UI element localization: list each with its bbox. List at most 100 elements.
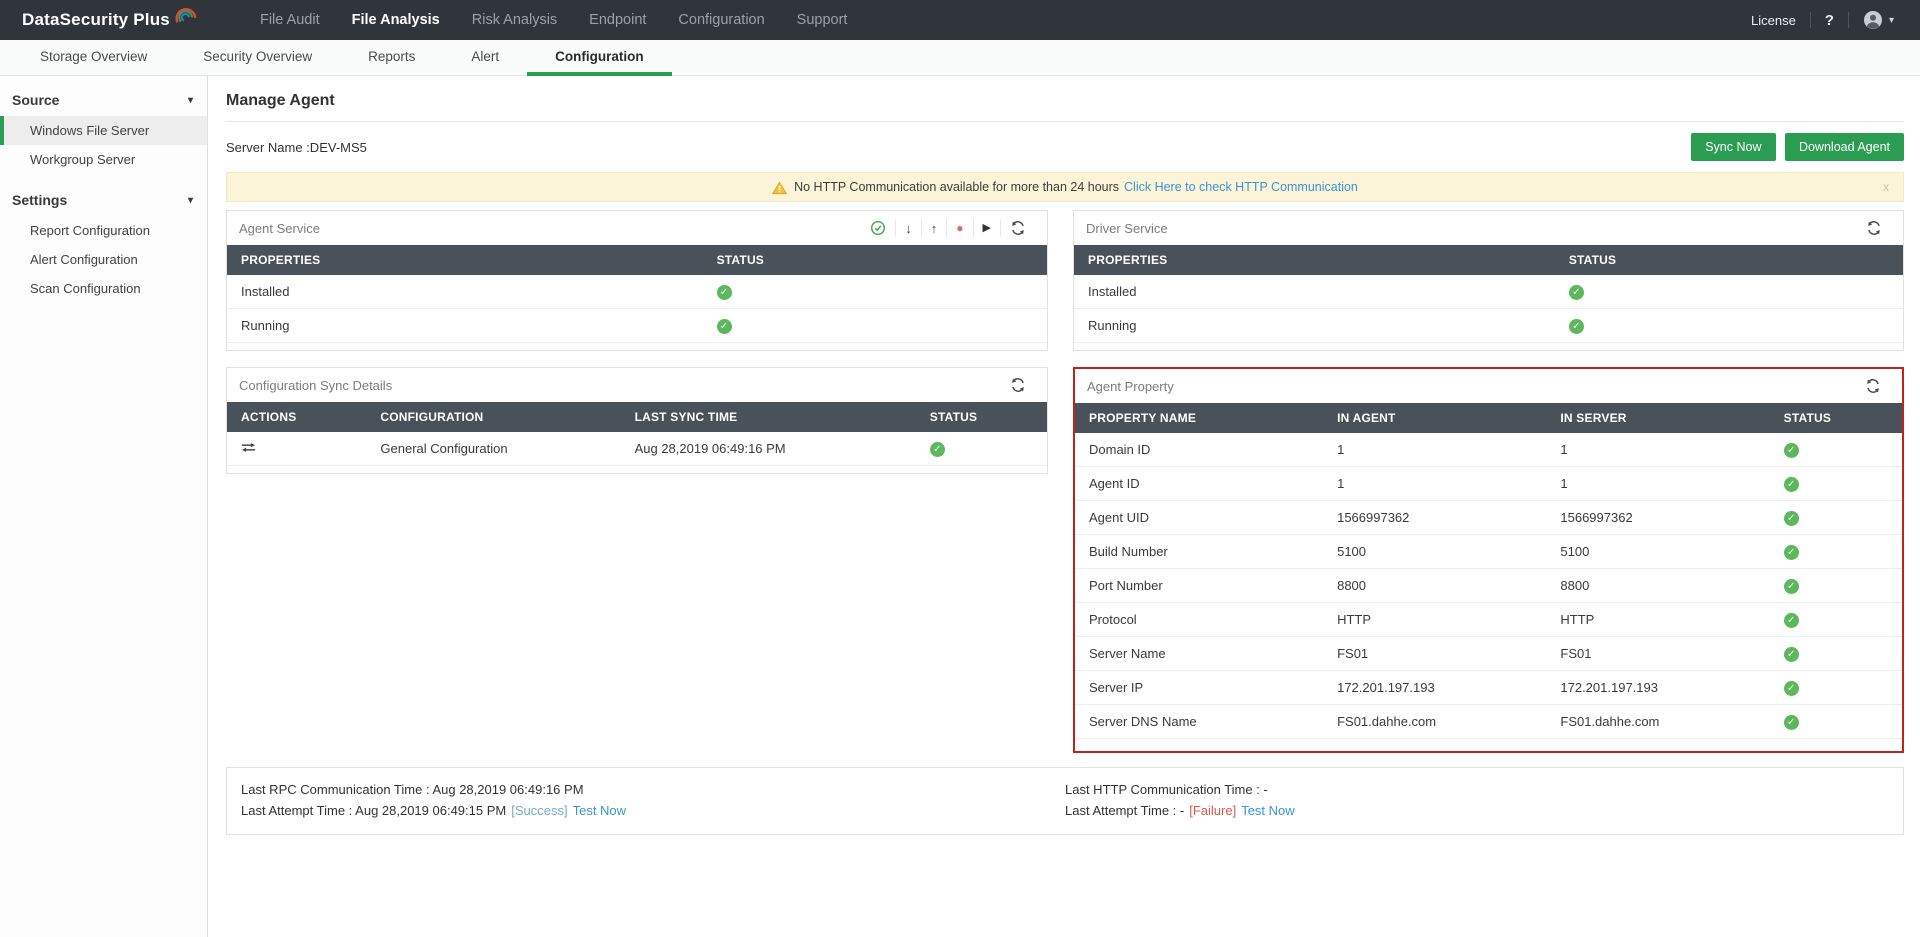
app-root: DataSecurity Plus File Audit File Analys… bbox=[0, 0, 1920, 937]
status-ok-icon: ✓ bbox=[1569, 319, 1584, 334]
banner-close-icon[interactable]: x bbox=[1883, 180, 1889, 194]
sync-now-button[interactable]: Sync Now bbox=[1691, 133, 1775, 161]
top-navbar: DataSecurity Plus File Audit File Analys… bbox=[0, 0, 1920, 40]
http-last-attempt: Last Attempt Time : - [Failure] Test Now bbox=[1065, 800, 1889, 821]
table-header-row: ACTIONS CONFIGURATION LAST SYNC TIME STA… bbox=[227, 402, 1047, 432]
http-status-badge: [Failure] bbox=[1189, 803, 1236, 818]
http-communication-block: Last HTTP Communication Time : - Last At… bbox=[1065, 779, 1889, 821]
http-test-now-link[interactable]: Test Now bbox=[1241, 803, 1294, 818]
sidebar-section-source: Source ▾ Windows File Server Workgroup S… bbox=[0, 80, 207, 174]
sidebar-item-windows-file-server[interactable]: Windows File Server bbox=[0, 116, 207, 145]
sidebar-item-scan-configuration[interactable]: Scan Configuration bbox=[0, 274, 207, 303]
sidebar-item-report-configuration[interactable]: Report Configuration bbox=[0, 216, 207, 245]
table-row: Installed ✓ bbox=[1074, 275, 1903, 309]
table-row: Build Number51005100 ✓ bbox=[1075, 535, 1902, 569]
status-ok-icon: ✓ bbox=[1784, 443, 1799, 458]
status-ok-icon: ✓ bbox=[1784, 647, 1799, 662]
status-ok-icon: ✓ bbox=[1569, 285, 1584, 300]
stop-service-icon[interactable]: ● bbox=[946, 219, 972, 237]
topnav-right: License ? ▾ bbox=[1751, 10, 1920, 30]
install-agent-icon[interactable]: ↓ bbox=[895, 219, 921, 237]
table-row: Domain ID11 ✓ bbox=[1075, 433, 1902, 467]
tab-alert[interactable]: Alert bbox=[443, 40, 527, 76]
sync-action-icon[interactable] bbox=[241, 441, 256, 456]
table-header-row: PROPERTIES STATUS bbox=[1074, 245, 1903, 275]
table-row: Running ✓ bbox=[227, 309, 1047, 343]
table-row: Server NameFS01FS01 ✓ bbox=[1075, 637, 1902, 671]
status-ok-icon: ✓ bbox=[1784, 715, 1799, 730]
service-status-ok-icon[interactable] bbox=[861, 219, 895, 237]
sidebar-section-title: Settings bbox=[12, 192, 67, 208]
license-link[interactable]: License bbox=[1751, 13, 1796, 28]
secondary-nav: Storage Overview Security Overview Repor… bbox=[0, 40, 1920, 76]
brand-text: DataSecurity Plus bbox=[22, 10, 170, 30]
primary-nav: File Audit File Analysis Risk Analysis E… bbox=[244, 0, 864, 40]
user-menu-caret-icon: ▾ bbox=[1889, 15, 1894, 26]
nav-item-risk-analysis[interactable]: Risk Analysis bbox=[456, 0, 573, 40]
refresh-icon[interactable] bbox=[1000, 219, 1035, 237]
tab-configuration[interactable]: Configuration bbox=[527, 40, 671, 76]
table-row: Server IP172.201.197.193172.201.197.193 … bbox=[1075, 671, 1902, 705]
table-row: Server DNS NameFS01.dahhe.comFS01.dahhe.… bbox=[1075, 705, 1902, 739]
refresh-icon[interactable] bbox=[1857, 219, 1891, 237]
tab-storage-overview[interactable]: Storage Overview bbox=[12, 40, 175, 76]
nav-item-file-audit[interactable]: File Audit bbox=[244, 0, 336, 40]
main-content: Manage Agent Server Name :DEV-MS5 Sync N… bbox=[208, 76, 1920, 937]
http-warning-banner: No HTTP Communication available for more… bbox=[226, 172, 1904, 202]
sidebar: Source ▾ Windows File Server Workgroup S… bbox=[0, 76, 208, 937]
table-row: ProtocolHTTPHTTP ✓ bbox=[1075, 603, 1902, 637]
table-row: Agent ID11 ✓ bbox=[1075, 467, 1902, 501]
user-avatar[interactable]: ▾ bbox=[1863, 10, 1894, 30]
agent-property-panel: Agent Property PROPERTY NAME IN AGENT IN… bbox=[1073, 367, 1904, 753]
status-ok-icon: ✓ bbox=[930, 442, 945, 457]
panel-title: Agent Service bbox=[239, 221, 320, 236]
communication-status-panel: Last RPC Communication Time : Aug 28,201… bbox=[226, 767, 1904, 835]
rpc-test-now-link[interactable]: Test Now bbox=[573, 803, 626, 818]
sidebar-item-workgroup-server[interactable]: Workgroup Server bbox=[0, 145, 207, 174]
status-ok-icon: ✓ bbox=[1784, 477, 1799, 492]
status-ok-icon: ✓ bbox=[1784, 681, 1799, 696]
status-ok-icon: ✓ bbox=[1784, 545, 1799, 560]
sidebar-section-source-header[interactable]: Source ▾ bbox=[0, 80, 207, 116]
status-ok-icon: ✓ bbox=[717, 319, 732, 334]
tab-reports[interactable]: Reports bbox=[340, 40, 443, 76]
rpc-attempt-text: Last Attempt Time : Aug 28,2019 06:49:15… bbox=[241, 803, 506, 818]
user-avatar-icon bbox=[1863, 10, 1883, 30]
warning-icon bbox=[772, 181, 787, 195]
sidebar-section-title: Source bbox=[12, 92, 59, 108]
nav-item-support[interactable]: Support bbox=[781, 0, 864, 40]
panel-title: Agent Property bbox=[1087, 379, 1174, 394]
http-attempt-text: Last Attempt Time : - bbox=[1065, 803, 1184, 818]
nav-item-configuration[interactable]: Configuration bbox=[662, 0, 780, 40]
brand-logo[interactable]: DataSecurity Plus bbox=[0, 10, 198, 30]
download-agent-button[interactable]: Download Agent bbox=[1785, 133, 1904, 161]
table-row: Agent UID15669973621566997362 ✓ bbox=[1075, 501, 1902, 535]
driver-service-panel: Driver Service PROPERTIES STATUS Install… bbox=[1073, 210, 1904, 351]
table-header-row: PROPERTY NAME IN AGENT IN SERVER STATUS bbox=[1075, 403, 1902, 433]
nav-item-endpoint[interactable]: Endpoint bbox=[573, 0, 662, 40]
sidebar-item-alert-configuration[interactable]: Alert Configuration bbox=[0, 245, 207, 274]
refresh-icon[interactable] bbox=[1856, 377, 1890, 395]
rpc-last-attempt: Last Attempt Time : Aug 28,2019 06:49:15… bbox=[241, 800, 1065, 821]
header-actions: Sync Now Download Agent bbox=[1686, 133, 1904, 161]
banner-link[interactable]: Click Here to check HTTP Communication bbox=[1124, 180, 1358, 194]
help-icon[interactable]: ? bbox=[1825, 12, 1834, 29]
status-ok-icon: ✓ bbox=[1784, 613, 1799, 628]
divider bbox=[1810, 12, 1811, 28]
table-row: General Configuration Aug 28,2019 06:49:… bbox=[227, 432, 1047, 466]
brand-swoosh-icon bbox=[172, 3, 198, 29]
chevron-down-icon: ▾ bbox=[188, 195, 193, 206]
chevron-down-icon: ▾ bbox=[188, 95, 193, 106]
tab-security-overview[interactable]: Security Overview bbox=[175, 40, 340, 76]
uninstall-agent-icon[interactable]: ↑ bbox=[921, 219, 947, 237]
refresh-icon[interactable] bbox=[1001, 376, 1035, 394]
start-service-icon[interactable]: ▶ bbox=[973, 219, 1000, 237]
nav-item-file-analysis[interactable]: File Analysis bbox=[336, 0, 456, 40]
panel-title: Configuration Sync Details bbox=[239, 378, 392, 393]
banner-text: No HTTP Communication available for more… bbox=[794, 180, 1119, 194]
panel-title: Driver Service bbox=[1086, 221, 1168, 236]
sidebar-section-settings-header[interactable]: Settings ▾ bbox=[0, 180, 207, 216]
table-row: Port Number88008800 ✓ bbox=[1075, 569, 1902, 603]
table-row: Running ✓ bbox=[1074, 309, 1903, 343]
table-header-row: PROPERTIES STATUS bbox=[227, 245, 1047, 275]
